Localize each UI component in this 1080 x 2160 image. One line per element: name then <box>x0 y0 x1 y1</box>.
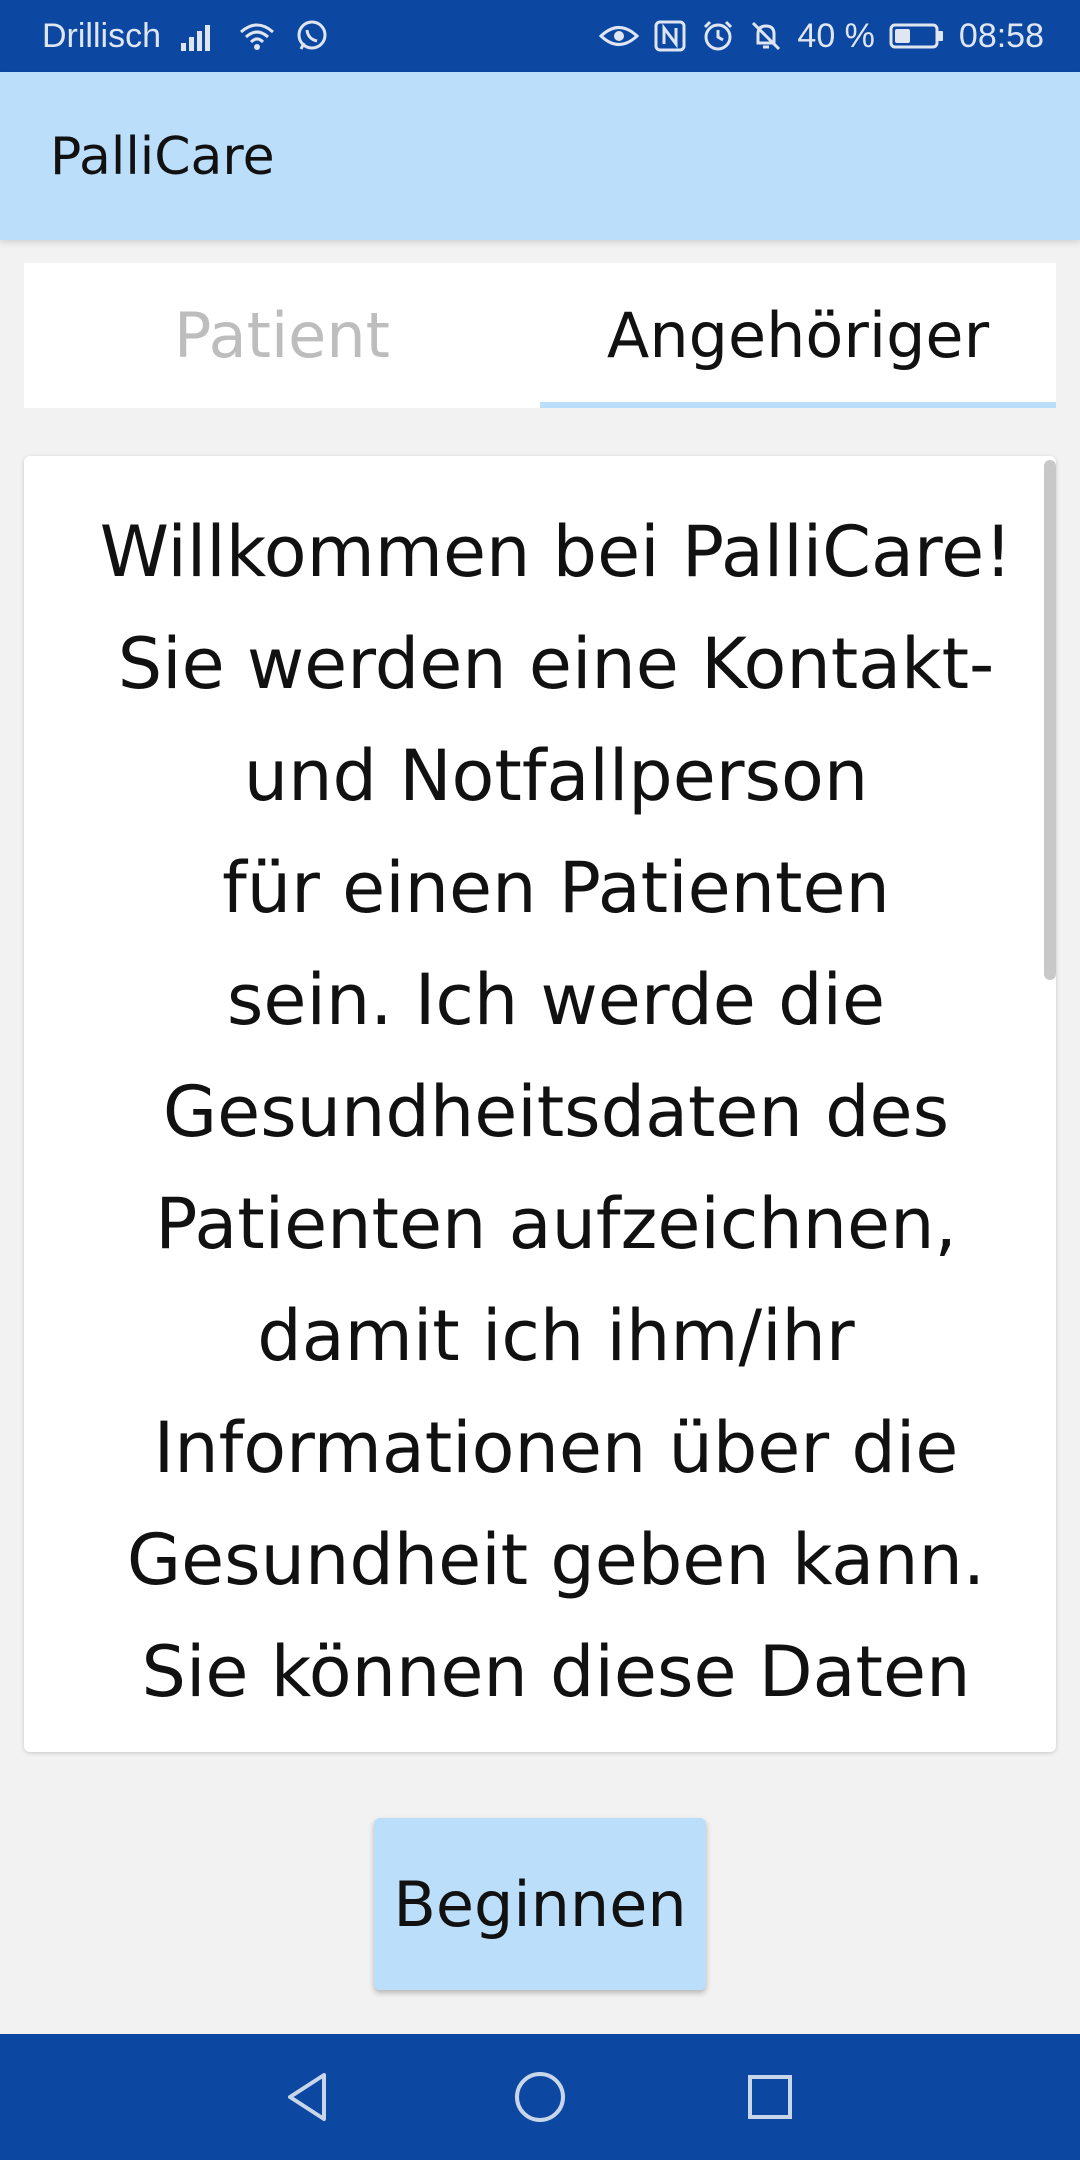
home-icon[interactable] <box>470 2034 610 2160</box>
back-icon[interactable] <box>238 2034 378 2160</box>
welcome-line: Sie können diese Daten <box>141 1631 971 1713</box>
welcome-card[interactable]: Willkommen bei PalliCare! Sie werden ein… <box>24 456 1056 1752</box>
scrollbar[interactable] <box>1044 460 1056 980</box>
tab-bar: Patient Angehöriger <box>24 263 1056 408</box>
app-bar: PalliCare <box>0 72 1080 240</box>
welcome-line: Patienten aufzeichnen, <box>155 1183 957 1265</box>
welcome-line: Informationen über die <box>153 1407 959 1489</box>
welcome-line: Sie werden eine Kontakt- <box>117 623 995 705</box>
welcome-line: sein. Ich werde die <box>226 959 886 1041</box>
whatsapp-icon <box>295 19 329 53</box>
status-bar: Drillisch 40 % 08:58 <box>0 0 1080 72</box>
tab-patient[interactable]: Patient <box>24 263 540 408</box>
nfc-icon <box>653 19 687 53</box>
tab-indicator <box>540 402 1056 408</box>
status-bar-left: Drillisch <box>42 0 329 72</box>
alarm-icon <box>701 19 735 53</box>
recents-icon[interactable] <box>700 2034 840 2160</box>
welcome-text: Willkommen bei PalliCare! Sie werden ein… <box>84 496 1028 1728</box>
start-button[interactable]: Beginnen <box>374 1818 706 1990</box>
app-title: PalliCare <box>50 127 275 187</box>
battery-percent: 40 % <box>797 16 875 55</box>
welcome-line: für einen Patienten <box>222 847 890 929</box>
wifi-icon <box>237 20 277 52</box>
signal-icon <box>179 21 219 51</box>
carrier-name: Drillisch <box>42 16 161 55</box>
clock: 08:58 <box>958 16 1044 55</box>
navigation-bar <box>0 2034 1080 2160</box>
welcome-line: damit ich ihm/ihr <box>257 1295 855 1377</box>
welcome-line: Willkommen bei PalliCare! <box>99 511 1013 593</box>
welcome-line: Gesundheitsdaten des <box>162 1071 950 1153</box>
mute-icon <box>749 19 783 53</box>
eye-icon <box>599 21 640 51</box>
battery-icon <box>889 21 945 51</box>
status-bar-right: 40 % 08:58 <box>599 0 1044 72</box>
tab-relative[interactable]: Angehöriger <box>540 263 1056 408</box>
welcome-line: und Notfallperson <box>243 735 869 817</box>
welcome-line: Gesundheit geben kann. <box>126 1519 986 1601</box>
